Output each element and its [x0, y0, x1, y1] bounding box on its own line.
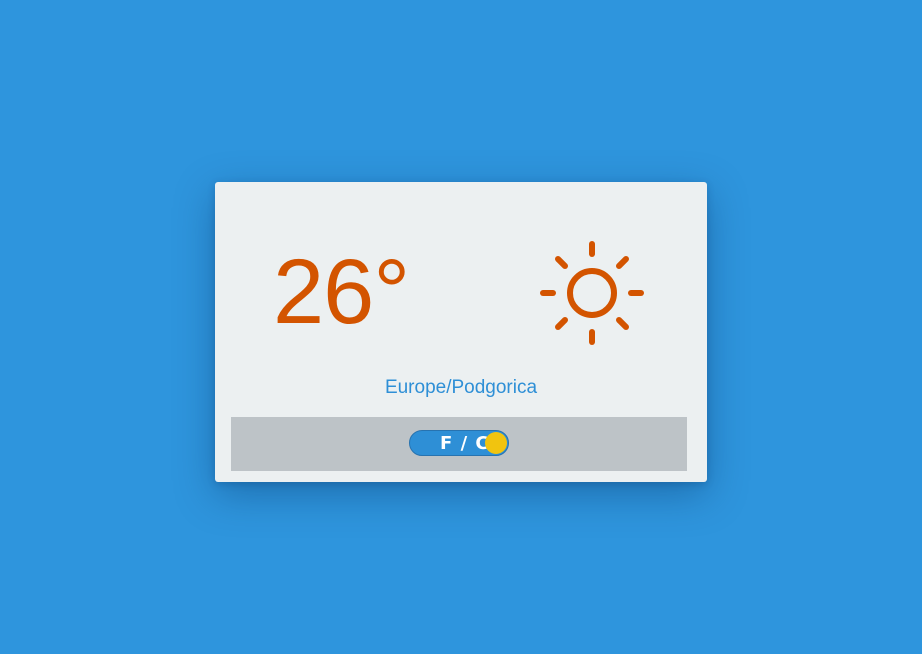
- sun-icon: [540, 241, 644, 345]
- location-label: Europe/Podgorica: [384, 377, 538, 398]
- unit-toggle-label: F / C: [440, 433, 490, 454]
- weather-card: 26° Europe/Podgorica F / C: [215, 182, 707, 482]
- temperature-display: 26°: [273, 241, 410, 343]
- unit-toggle[interactable]: F / C: [409, 430, 509, 456]
- toggle-knob[interactable]: [485, 432, 507, 454]
- card-footer: F / C: [231, 417, 687, 471]
